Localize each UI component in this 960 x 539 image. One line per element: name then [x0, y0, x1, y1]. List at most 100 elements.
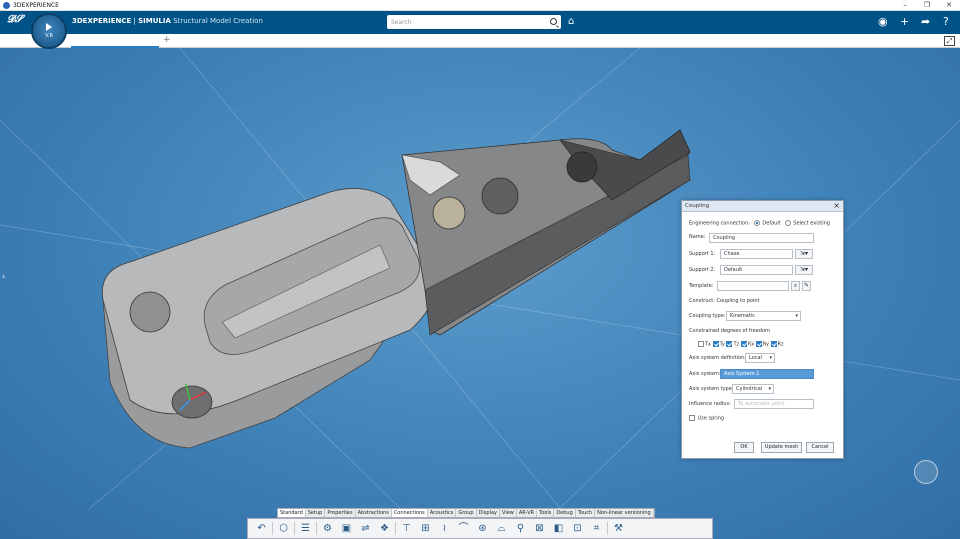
minimize-button[interactable]: – — [894, 0, 916, 11]
template-browse-icon[interactable]: ⌕ — [791, 281, 800, 291]
template-edit-icon[interactable]: ✎ — [802, 281, 811, 291]
tab-abstractions[interactable]: Abstractions — [356, 509, 392, 517]
axis-system-label: Axis system: — [689, 371, 721, 377]
share-icon[interactable]: ➦ — [921, 15, 930, 29]
tab-ar-vr[interactable]: AR-VR — [517, 509, 537, 517]
distributed-icon[interactable]: ⊡ — [568, 521, 587, 536]
tab-debug[interactable]: Debug — [554, 509, 576, 517]
ok-button[interactable]: OK — [734, 442, 754, 453]
compass-button[interactable]: V.R — [31, 13, 67, 49]
bolt-icon[interactable]: ⚲ — [511, 521, 530, 536]
toolbar-separator — [272, 522, 273, 535]
window-title: 3DEXPERIENCE — [13, 1, 59, 9]
search-input[interactable]: Search — [391, 19, 412, 26]
part-blade-hole-2[interactable] — [481, 177, 519, 215]
undo-icon[interactable]: ↶ — [252, 521, 271, 536]
search-icon[interactable] — [550, 18, 557, 25]
tab-acoustics[interactable]: Acoustics — [428, 509, 457, 517]
tab-connections[interactable]: Connections — [391, 509, 428, 517]
checkbox-rx[interactable] — [740, 341, 747, 347]
tab-standard[interactable]: Standard — [278, 509, 306, 517]
search-box[interactable]: Search — [387, 15, 561, 29]
support1-field[interactable]: Chase — [720, 249, 793, 259]
cancel-button[interactable]: Cancel — [806, 442, 834, 453]
measure-icon[interactable]: ⌗ — [587, 521, 606, 536]
coupling-type-label: Coupling type: — [689, 313, 726, 319]
support2-field[interactable]: Default — [720, 265, 793, 275]
fastener-icon[interactable]: ⊤ — [397, 521, 416, 536]
weld-icon[interactable]: ⊠ — [530, 521, 549, 536]
part-hole-bottom[interactable] — [171, 385, 213, 419]
support2-label: Support 2: — [689, 267, 716, 273]
mesh-icon[interactable]: ▣ — [337, 521, 356, 536]
gear-icon[interactable]: ⚙ — [318, 521, 337, 536]
view-compass-icon[interactable] — [914, 460, 938, 484]
coupling-icon[interactable]: ⊛ — [473, 521, 492, 536]
add-icon[interactable]: + — [900, 15, 909, 29]
radio-default[interactable] — [754, 220, 761, 226]
coupling-type-select[interactable]: Kinematic ▾ — [726, 311, 801, 321]
tab-touch[interactable]: Touch — [576, 509, 596, 517]
tab-properties[interactable]: Properties — [325, 509, 356, 517]
app-icon — [3, 1, 10, 9]
part-blade-hole-3[interactable] — [566, 151, 598, 183]
tab-view[interactable]: View — [500, 509, 517, 517]
dof-ry-label: Ry — [762, 341, 769, 348]
play-icon — [46, 23, 52, 31]
dialog-close-icon[interactable]: × — [833, 201, 840, 210]
tab-non-linear-versioning[interactable]: Non-linear versioning — [595, 509, 654, 517]
tab-group[interactable]: Group — [456, 509, 477, 517]
dof-rz-label: Rz — [777, 341, 784, 348]
part-hole-top[interactable] — [129, 291, 171, 333]
tag-icon[interactable]: ⌂ — [568, 16, 574, 27]
checkbox-tz[interactable] — [726, 341, 733, 347]
help-icon[interactable]: ? — [943, 15, 949, 29]
shape-icon[interactable]: ⬡ — [274, 521, 293, 536]
ds-logo-icon[interactable]: 𝓓𝓢 — [7, 14, 22, 25]
axis-system-type-value: Cylindrical — [736, 386, 763, 392]
name-label: Name: — [689, 234, 706, 240]
checkbox-rz[interactable] — [770, 341, 777, 347]
add-tab-button[interactable]: + — [163, 35, 171, 45]
construct-value: Coupling to point — [716, 298, 760, 304]
tools-icon[interactable]: ⚒ — [609, 521, 628, 536]
contact-icon[interactable]: ⌒ — [454, 521, 473, 536]
use-spring-label: Use spring — [697, 415, 725, 422]
influence-radius-label: Influence radius: — [689, 401, 731, 407]
connection-icon[interactable]: ⇌ — [356, 521, 375, 536]
part-blade-hole-1[interactable] — [432, 196, 466, 230]
compass-version: V.R — [45, 33, 53, 39]
user-icon[interactable]: ◉ — [878, 15, 888, 29]
update-mesh-button[interactable]: Update mesh — [761, 442, 802, 453]
checkbox-ty[interactable] — [712, 341, 719, 347]
influence-radius-field[interactable]: To automatic point — [734, 399, 814, 409]
tab-setup[interactable]: Setup — [306, 509, 326, 517]
group-icon[interactable]: ❖ — [375, 521, 394, 536]
tie-icon[interactable]: ⌓ — [492, 521, 511, 536]
radio-select-existing-label: Select existing — [793, 220, 830, 227]
dof-ty-label: Ty — [719, 341, 725, 348]
maximize-button[interactable]: ❐ — [916, 0, 938, 11]
axis-system-type-select[interactable]: Cylindrical ▾ — [732, 384, 774, 394]
support1-picker-icon[interactable]: ⇲▾ — [795, 249, 813, 259]
tab-active-document[interactable] — [71, 34, 159, 48]
checkbox-use-spring[interactable] — [689, 415, 695, 421]
tab-tools[interactable]: Tools — [537, 509, 555, 517]
app-name: Structural Model Creation — [170, 17, 263, 25]
axis-definition-select[interactable]: Local ▾ — [745, 353, 775, 363]
list-icon[interactable]: ☰ — [296, 521, 315, 536]
spring-icon[interactable]: ≀ — [435, 521, 454, 536]
checkbox-ry[interactable] — [755, 341, 762, 347]
rigid-icon[interactable]: ⊞ — [416, 521, 435, 536]
checkbox-tx[interactable] — [698, 341, 704, 347]
template-field[interactable] — [717, 281, 789, 291]
axis-system-field[interactable]: Axis System.1 — [720, 369, 814, 379]
name-field[interactable]: Coupling — [709, 233, 814, 243]
virtual-part-icon[interactable]: ◧ — [549, 521, 568, 536]
support2-picker-icon[interactable]: ⇲▾ — [795, 265, 813, 275]
expand-icon[interactable]: ⤢ — [944, 36, 955, 46]
close-button[interactable]: ✕ — [938, 0, 960, 11]
radio-select-existing[interactable] — [785, 220, 792, 226]
toolbar-separator — [607, 522, 608, 535]
tab-display[interactable]: Display — [477, 509, 501, 517]
